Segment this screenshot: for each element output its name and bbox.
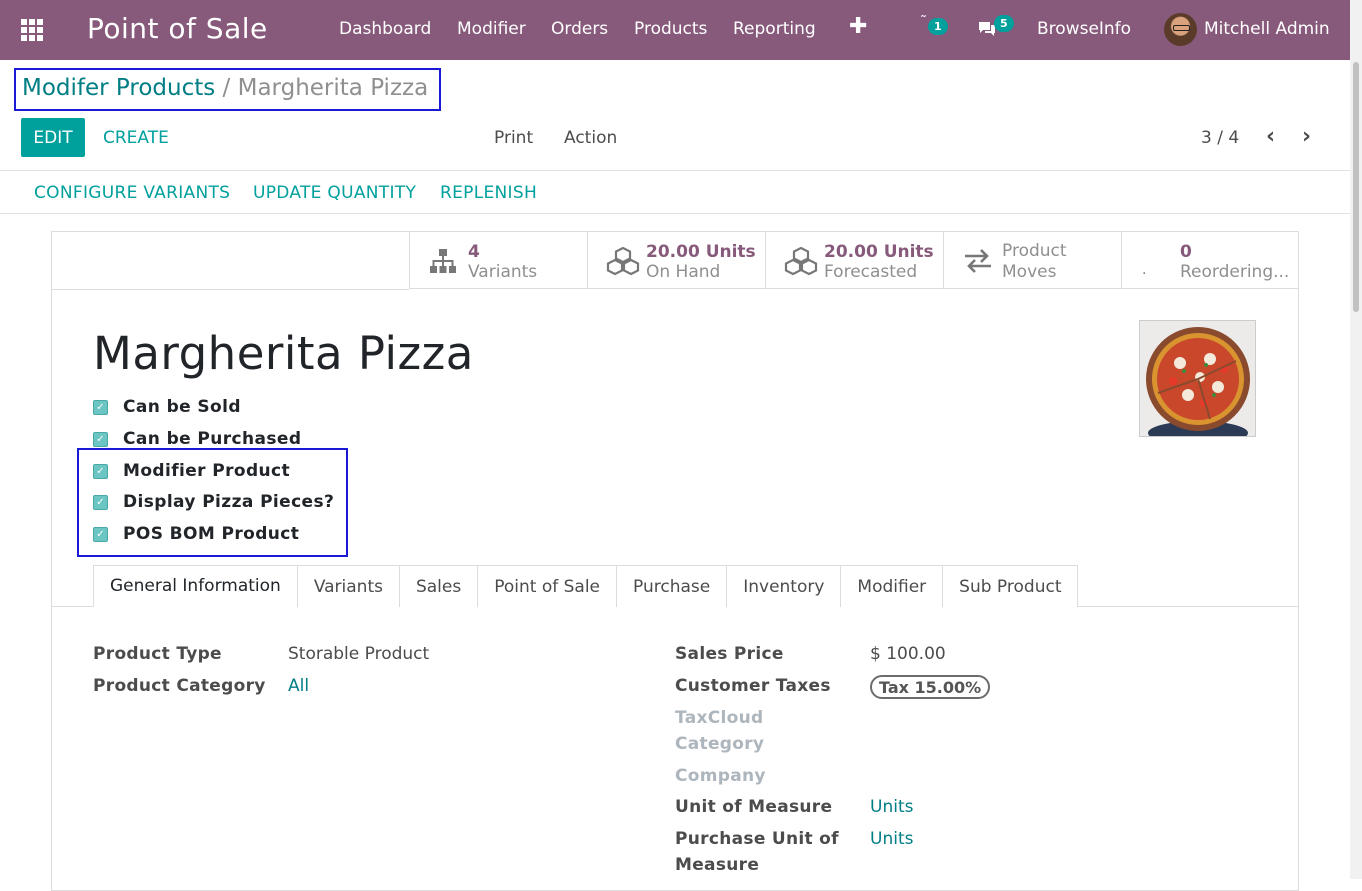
variants-count: 4 bbox=[468, 242, 480, 262]
user-menu[interactable]: Mitchell Admin bbox=[1204, 19, 1330, 39]
smart-row-border bbox=[52, 289, 409, 290]
product-moves-smart-button[interactable]: Product Moves bbox=[943, 232, 1121, 289]
apps-menu-icon[interactable] bbox=[21, 19, 43, 41]
menu-products[interactable]: Products bbox=[634, 19, 707, 39]
uom-label: Unit of Measure bbox=[675, 797, 833, 817]
activity-icon[interactable]: ˜ bbox=[920, 14, 927, 30]
tab-sales[interactable]: Sales bbox=[398, 565, 479, 607]
quick-create-plus-icon[interactable]: ✚ bbox=[849, 14, 867, 39]
purchase-uom-link[interactable]: Units bbox=[870, 829, 913, 849]
product-moves-line2: Moves bbox=[1002, 262, 1057, 282]
taxcloud-label-line2: Category bbox=[675, 734, 765, 754]
tab-variants[interactable]: Variants bbox=[296, 565, 400, 607]
annotation-highlight-box bbox=[77, 448, 348, 557]
exchange-icon bbox=[962, 246, 992, 276]
on-hand-smart-button[interactable]: 20.00 Units On Hand bbox=[587, 232, 765, 289]
company-switcher[interactable]: BrowseInfo bbox=[1037, 19, 1131, 39]
action-dropdown[interactable]: Action bbox=[564, 128, 617, 148]
activity-badge: 1 bbox=[928, 18, 948, 35]
on-hand-value: 20.00 Units bbox=[646, 242, 756, 262]
breadcrumb-current: Margherita Pizza bbox=[237, 75, 429, 101]
scrollbar-thumb[interactable] bbox=[1353, 62, 1359, 312]
tab-purchase[interactable]: Purchase bbox=[616, 565, 728, 607]
purchase-uom-label-line1: Purchase Unit of bbox=[675, 829, 839, 849]
reordering-label: Reordering... bbox=[1180, 262, 1290, 282]
sales-price-value[interactable]: $ 100.00 bbox=[870, 644, 946, 664]
forecasted-label: Forecasted bbox=[824, 262, 918, 282]
pager-counter[interactable]: 3 / 4 bbox=[1201, 128, 1239, 148]
company-label: Company bbox=[675, 766, 766, 786]
product-category-label: Product Category bbox=[93, 676, 266, 696]
edit-button[interactable]: EDIT bbox=[21, 118, 85, 157]
product-moves-line1: Product bbox=[1002, 241, 1067, 261]
breadcrumb-separator: / bbox=[222, 75, 231, 101]
tab-modifier[interactable]: Modifier bbox=[840, 565, 944, 607]
tab-general-information[interactable]: General Information bbox=[93, 565, 298, 607]
can-be-purchased-row[interactable]: ✓ Can be Purchased bbox=[93, 429, 301, 449]
create-button[interactable]: CREATE bbox=[103, 128, 169, 148]
tab-point-of-sale[interactable]: Point of Sale bbox=[477, 565, 618, 607]
pager-previous-icon[interactable]: ‹ bbox=[1266, 124, 1275, 149]
customer-taxes-label: Customer Taxes bbox=[675, 676, 831, 696]
reordering-smart-button[interactable]: . 0 Reordering... bbox=[1121, 232, 1299, 289]
product-category-link[interactable]: All bbox=[288, 676, 309, 696]
can-be-sold-row[interactable]: ✓ Can be Sold bbox=[93, 397, 241, 417]
refresh-icon: . bbox=[1142, 262, 1147, 278]
uom-link[interactable]: Units bbox=[870, 797, 913, 817]
forecasted-value: 20.00 Units bbox=[824, 242, 934, 262]
statusbar-divider bbox=[0, 213, 1350, 214]
purchase-uom-label-line2: Measure bbox=[675, 855, 760, 875]
breadcrumb: Modifer Products / Margherita Pizza bbox=[14, 68, 441, 111]
cubes-icon bbox=[784, 246, 818, 276]
tab-inventory[interactable]: Inventory bbox=[726, 565, 842, 607]
variants-smart-button[interactable]: 4 Variants bbox=[409, 232, 587, 289]
breadcrumb-parent[interactable]: Modifer Products bbox=[22, 75, 215, 101]
control-divider bbox=[0, 170, 1350, 171]
product-type-value[interactable]: Storable Product bbox=[288, 644, 429, 664]
tab-sub-product[interactable]: Sub Product bbox=[942, 565, 1079, 607]
page-scrollbar[interactable] bbox=[1350, 0, 1362, 879]
update-quantity-button[interactable]: UPDATE QUANTITY bbox=[253, 183, 416, 203]
menu-orders[interactable]: Orders bbox=[551, 19, 608, 39]
checkbox-checked-icon[interactable]: ✓ bbox=[93, 431, 108, 447]
sitemap-icon bbox=[428, 246, 458, 276]
message-badge: 5 bbox=[994, 15, 1014, 32]
top-navbar: Point of Sale Dashboard Modifier Orders … bbox=[0, 0, 1350, 60]
pager-next-icon[interactable]: › bbox=[1302, 124, 1311, 149]
product-type-label: Product Type bbox=[93, 644, 222, 664]
configure-variants-button[interactable]: CONFIGURE VARIANTS bbox=[34, 183, 230, 203]
cubes-icon bbox=[606, 246, 640, 276]
variants-label: Variants bbox=[468, 262, 538, 282]
product-image[interactable] bbox=[1139, 320, 1256, 437]
can-be-purchased-label: Can be Purchased bbox=[123, 429, 302, 449]
user-avatar[interactable] bbox=[1164, 13, 1197, 46]
print-dropdown[interactable]: Print bbox=[494, 128, 533, 148]
menu-reporting[interactable]: Reporting bbox=[733, 19, 816, 39]
taxcloud-label-line1: TaxCloud bbox=[675, 708, 764, 728]
menu-dashboard[interactable]: Dashboard bbox=[339, 19, 431, 39]
checkbox-checked-icon[interactable]: ✓ bbox=[93, 399, 108, 415]
can-be-sold-label: Can be Sold bbox=[123, 397, 241, 417]
reordering-count: 0 bbox=[1180, 242, 1192, 262]
notebook-tabs: General Information Variants Sales Point… bbox=[93, 565, 1079, 607]
tax-tag[interactable]: Tax 15.00% bbox=[870, 675, 991, 699]
replenish-button[interactable]: REPLENISH bbox=[440, 183, 537, 203]
app-brand[interactable]: Point of Sale bbox=[87, 12, 268, 45]
on-hand-label: On Hand bbox=[646, 262, 721, 282]
menu-modifier[interactable]: Modifier bbox=[457, 19, 526, 39]
form-sheet: 4 Variants 20.00 Units On Hand 20.00 Uni… bbox=[51, 231, 1299, 891]
sales-price-label: Sales Price bbox=[675, 644, 784, 664]
product-name[interactable]: Margherita Pizza bbox=[93, 327, 474, 380]
forecasted-smart-button[interactable]: 20.00 Units Forecasted bbox=[765, 232, 943, 289]
